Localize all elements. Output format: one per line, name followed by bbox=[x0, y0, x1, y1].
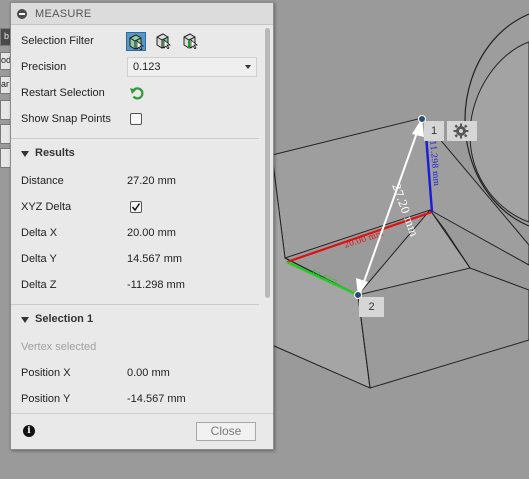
position-y-value: -14.567 mm bbox=[127, 393, 186, 405]
point-1-gear-badge[interactable] bbox=[447, 121, 477, 141]
xyz-delta-checkbox[interactable] bbox=[130, 201, 142, 213]
left-toolbar-label: ar bbox=[1, 79, 10, 89]
chevron-down-icon bbox=[245, 65, 251, 69]
select-edge-filter-icon[interactable] bbox=[181, 32, 201, 51]
delta-y-row: Delta Y 14.567 mm bbox=[11, 246, 264, 272]
position-x-row: Position X 0.00 mm bbox=[11, 360, 264, 386]
delta-y-label: Delta Y bbox=[21, 253, 57, 265]
delta-x-row: Delta X 20.00 mm bbox=[11, 220, 264, 246]
panel-footer: i Close bbox=[11, 413, 273, 450]
delta-x-label: Delta X bbox=[21, 227, 58, 239]
collapse-icon[interactable] bbox=[17, 8, 27, 19]
point-1-label: 1 bbox=[424, 121, 444, 141]
selection-status-row: Vertex selected bbox=[11, 334, 264, 360]
snap-points-checkbox[interactable] bbox=[130, 113, 142, 125]
delta-z-label: Delta Z bbox=[21, 279, 57, 291]
distance-row: Distance 27.20 mm bbox=[11, 168, 264, 194]
gear-icon[interactable] bbox=[453, 123, 469, 139]
select-body-filter-icon[interactable] bbox=[126, 32, 146, 51]
results-title: Results bbox=[35, 147, 75, 159]
snap-points-row: Show Snap Points bbox=[11, 106, 264, 132]
select-face-filter-icon[interactable] bbox=[154, 32, 174, 51]
restart-selection-row: Restart Selection bbox=[11, 80, 264, 106]
selection-status: Vertex selected bbox=[21, 341, 97, 353]
checkmark-icon bbox=[131, 203, 141, 212]
xyz-delta-row: XYZ Delta bbox=[11, 194, 264, 220]
delta-y-value: 14.567 mm bbox=[127, 253, 183, 265]
position-y-row: Position Y -14.567 mm bbox=[11, 386, 264, 411]
restart-selection-label: Restart Selection bbox=[21, 87, 105, 99]
distance-label: Distance bbox=[21, 175, 64, 187]
snap-points-label: Show Snap Points bbox=[21, 113, 111, 125]
position-y-label: Position Y bbox=[21, 393, 71, 405]
precision-value: 0.123 bbox=[133, 61, 161, 73]
results-section-header[interactable]: Results bbox=[11, 138, 264, 168]
triangle-down-icon[interactable] bbox=[21, 317, 29, 323]
restart-icon[interactable] bbox=[129, 85, 145, 101]
selection-1-title: Selection 1 bbox=[35, 313, 94, 325]
panel-title: MEASURE bbox=[35, 7, 92, 20]
position-x-label: Position X bbox=[21, 367, 71, 379]
distance-value: 27.20 mm bbox=[127, 175, 176, 187]
delta-x-value: 20.00 mm bbox=[127, 227, 176, 239]
selection-1-section-header[interactable]: Selection 1 bbox=[11, 304, 264, 334]
precision-row: Precision 0.123 bbox=[11, 54, 264, 80]
point-2-label: 2 bbox=[359, 297, 384, 317]
xyz-delta-label: XYZ Delta bbox=[21, 201, 72, 213]
triangle-down-icon[interactable] bbox=[21, 151, 29, 157]
precision-label: Precision bbox=[21, 61, 67, 73]
position-x-value: 0.00 mm bbox=[127, 367, 170, 379]
delta-z-value: -11.298 mm bbox=[127, 279, 185, 291]
delta-z-row: Delta Z -11.298 mm bbox=[11, 272, 264, 298]
left-toolbar-label: b bbox=[4, 31, 10, 41]
measure-panel: MEASURE Selection Filter Precision 0.123… bbox=[10, 2, 274, 450]
selection-filter-row: Selection Filter bbox=[11, 28, 264, 54]
close-button[interactable]: Close bbox=[196, 422, 256, 441]
panel-header[interactable]: MEASURE bbox=[11, 3, 273, 25]
precision-dropdown[interactable]: 0.123 bbox=[127, 57, 257, 77]
info-icon[interactable]: i bbox=[23, 425, 35, 437]
selection-filter-label: Selection Filter bbox=[21, 35, 94, 47]
scrollbar-thumb[interactable] bbox=[265, 28, 270, 298]
panel-body: Selection Filter Precision 0.123 Restart… bbox=[11, 26, 264, 411]
